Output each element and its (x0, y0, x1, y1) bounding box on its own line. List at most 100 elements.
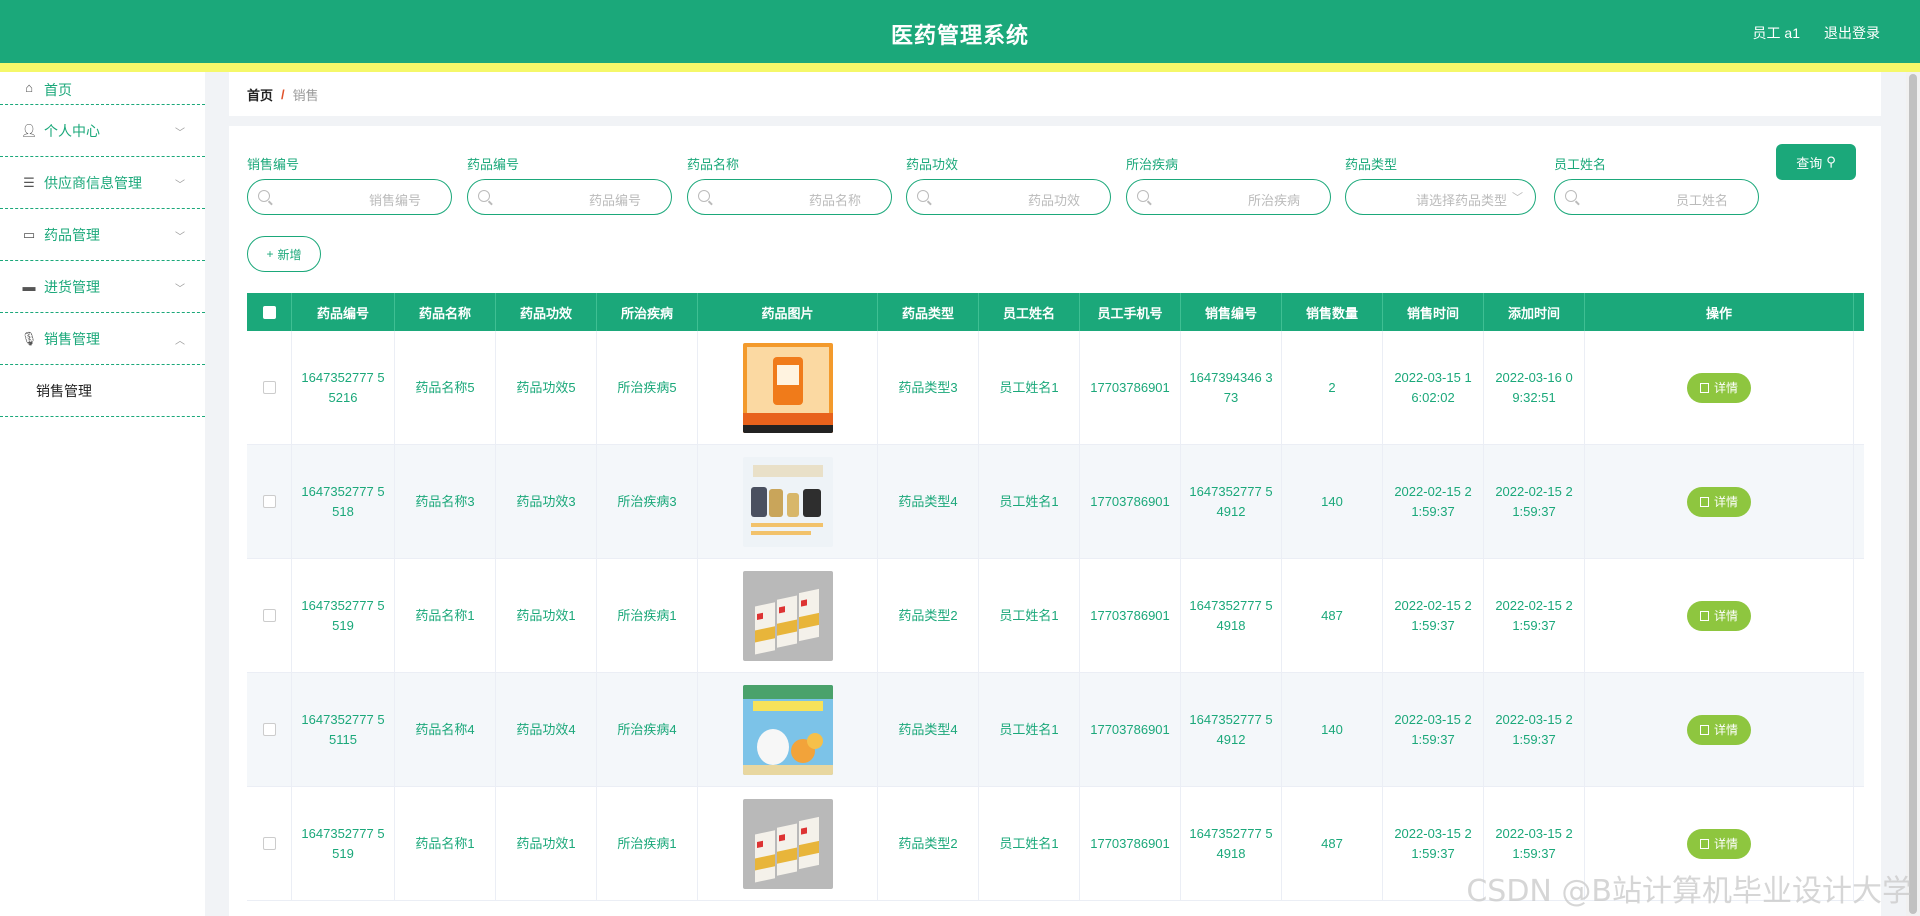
drug-type-select[interactable]: 请选择药品类型 ﹀ (1345, 179, 1536, 215)
employee-phone-cell: 17703786901 (1080, 673, 1181, 786)
drug-image (742, 456, 833, 547)
row-checkbox[interactable] (262, 609, 276, 622)
employee-name-input[interactable]: 员工姓名 (1554, 179, 1759, 215)
sidebar-item-purchase[interactable]: ▬ 进货管理 ﹀ (0, 261, 205, 313)
chevron-up-icon: ︿ (175, 336, 185, 347)
breadcrumb-separator: / (281, 86, 285, 102)
drug-id-cell: 1647352777 5519 (292, 787, 395, 900)
filter-label-drug-name: 药品名称 (687, 157, 740, 172)
select-placeholder: 请选择药品类型 (1415, 193, 1507, 208)
search-icon: ⚲ (1826, 154, 1836, 169)
drug-id-input[interactable]: 药品编号 (467, 179, 672, 215)
drug-image-cell (698, 331, 878, 444)
row-select-cell (247, 673, 292, 786)
row-checkbox[interactable] (262, 381, 276, 394)
column-header: 药品类型 (878, 293, 979, 331)
search-icon (698, 190, 710, 202)
table-row: 1647352777 55115 药品名称4 药品功效4 所治疾病4 药品类型4… (247, 673, 1864, 787)
disease-cell: 所治疾病3 (597, 445, 698, 558)
sidebar-item-supplier[interactable]: ☰ 供应商信息管理 ﹀ (0, 157, 205, 209)
sale-time-cell: 2022-02-15 21:59:37 (1383, 445, 1484, 558)
employee-name-cell: 员工姓名1 (979, 445, 1080, 558)
query-button-label: 查询 (1796, 155, 1823, 171)
detail-button[interactable]: 详情 (1687, 828, 1751, 859)
sale-id-cell: 1647352777 54918 (1181, 787, 1282, 900)
drug-image-cell (698, 787, 878, 900)
drug-type-cell: 药品类型2 (878, 559, 979, 672)
employee-name-cell: 员工姓名1 (979, 673, 1080, 786)
table-row: 1647352777 5518 药品名称3 药品功效3 所治疾病3 药品类型4 … (247, 445, 1864, 559)
sidebar-item-label: 个人中心 (44, 122, 100, 139)
page-scrollbar[interactable] (1906, 72, 1920, 916)
query-button[interactable]: 查询 ⚲ (1776, 144, 1856, 180)
breadcrumb-home[interactable]: 首页 (247, 85, 273, 104)
employee-phone-cell: 17703786901 (1080, 445, 1181, 558)
scrollbar-thumb[interactable] (1909, 74, 1917, 914)
watermark: CSDN @B站计算机毕业设计大学 (1466, 874, 1912, 909)
sidebar-item-label: 药品管理 (44, 226, 100, 243)
row-checkbox[interactable] (262, 495, 276, 508)
detail-button-label: 详情 (1713, 836, 1738, 851)
row-select-cell (247, 559, 292, 672)
add-button-label: 新增 (277, 247, 302, 262)
document-icon (1699, 382, 1709, 393)
column-header: 员工手机号 (1080, 293, 1181, 331)
header-accent-bar (0, 63, 1920, 72)
app-title: 医药管理系统 (890, 23, 1029, 48)
input-placeholder: 药品功效 (1027, 193, 1080, 208)
plus-icon: + (266, 247, 274, 261)
sidebar-item-personal-center[interactable]: 👤︎ 个人中心 ﹀ (0, 105, 205, 157)
sale-time-cell: 2022-03-15 16:02:02 (1383, 331, 1484, 444)
drug-effect-cell: 药品功效3 (496, 445, 597, 558)
add-button[interactable]: + 新增 (247, 236, 321, 272)
detail-button[interactable]: 详情 (1687, 372, 1751, 403)
sidebar-subitem-sales-management[interactable]: 销售管理 (0, 365, 205, 417)
employee-name-cell: 员工姓名1 (979, 331, 1080, 444)
disease-cell: 所治疾病1 (597, 559, 698, 672)
drug-name-input[interactable]: 药品名称 (687, 179, 892, 215)
disease-input[interactable]: 所治疾病 (1126, 179, 1331, 215)
search-icon (1565, 190, 1577, 202)
chevron-down-icon: ﹀ (175, 180, 185, 191)
drug-effect-input[interactable]: 药品功效 (906, 179, 1111, 215)
row-checkbox[interactable] (262, 723, 276, 736)
select-all-cell (247, 293, 292, 331)
sidebar-item-drug[interactable]: ▭ 药品管理 ﹀ (0, 209, 205, 261)
input-placeholder: 药品编号 (588, 193, 641, 208)
sidebar-item-label: 首页 (44, 82, 72, 98)
select-all-checkbox[interactable] (262, 305, 276, 319)
list-icon: ☰ (23, 174, 35, 190)
sale-id-input[interactable]: 销售编号 (247, 179, 452, 215)
detail-button[interactable]: 详情 (1687, 600, 1751, 631)
sidebar-item-home[interactable]: ⌂ 首页 (0, 72, 205, 105)
drug-image (742, 798, 833, 889)
column-header: 员工姓名 (979, 293, 1080, 331)
sale-qty-cell: 487 (1282, 787, 1383, 900)
sale-time-cell: 2022-03-15 21:59:37 (1383, 673, 1484, 786)
column-header: 药品编号 (292, 293, 395, 331)
drug-effect-cell: 药品功效1 (496, 787, 597, 900)
add-time-cell: 2022-03-16 09:32:51 (1484, 331, 1585, 444)
sale-id-cell: 1647352777 54912 (1181, 673, 1282, 786)
table-row: 1647352777 55216 药品名称5 药品功效5 所治疾病5 药品类型3… (247, 331, 1864, 445)
logout-link[interactable]: 退出登录 (1824, 23, 1880, 43)
document-icon (1699, 610, 1709, 621)
chevron-down-icon: ﹀ (1512, 192, 1523, 204)
drug-id-cell: 1647352777 5519 (292, 559, 395, 672)
row-checkbox[interactable] (262, 837, 276, 850)
filter-label-drug-type: 药品类型 (1345, 157, 1398, 172)
detail-button[interactable]: 详情 (1687, 714, 1751, 745)
breadcrumb: 首页 / 销售 (229, 72, 1881, 116)
row-select-cell (247, 787, 292, 900)
column-header: 添加时间 (1484, 293, 1585, 331)
drug-name-cell: 药品名称5 (395, 331, 496, 444)
table-header: 药品编号 药品名称 药品功效 所治疾病 药品图片 药品类型 员工姓名 员工手机号… (247, 293, 1864, 331)
detail-button[interactable]: 详情 (1687, 486, 1751, 517)
drug-effect-cell: 药品功效5 (496, 331, 597, 444)
sidebar-item-sales[interactable]: 🎙︎ 销售管理 ︿ (0, 313, 205, 365)
drug-name-cell: 药品名称1 (395, 559, 496, 672)
sidebar-item-label: 进货管理 (44, 278, 100, 295)
input-placeholder: 员工姓名 (1675, 193, 1728, 208)
add-time-cell: 2022-02-15 21:59:37 (1484, 559, 1585, 672)
column-header: 操作 (1585, 293, 1854, 331)
